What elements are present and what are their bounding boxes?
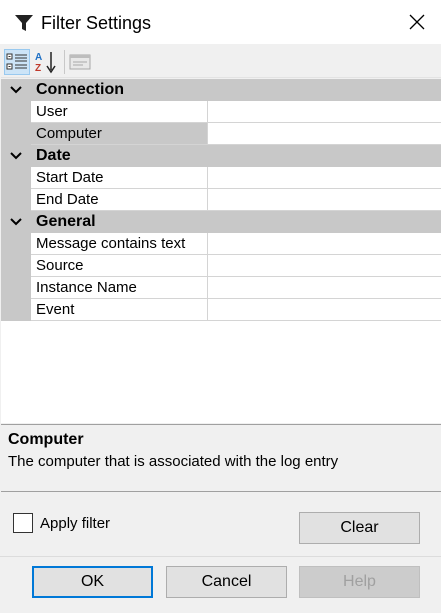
- property-description-panel: Computer The computer that is associated…: [1, 424, 441, 492]
- chevron-down-icon[interactable]: [9, 150, 23, 162]
- property-row[interactable]: Instance Name: [1, 277, 441, 299]
- window-title: Filter Settings: [41, 13, 152, 33]
- apply-filter-checkbox[interactable]: Apply filter: [13, 513, 110, 533]
- property-row[interactable]: Start Date: [1, 167, 441, 189]
- property-value[interactable]: [208, 123, 441, 145]
- category-connection[interactable]: Connection: [1, 79, 441, 101]
- toolbar-separator: [64, 50, 65, 74]
- help-button[interactable]: Help: [299, 566, 420, 598]
- property-grid: Connection User Computer Date Start Date…: [1, 79, 441, 423]
- property-value[interactable]: [208, 255, 441, 277]
- alphabetical-sort-button[interactable]: A Z: [33, 49, 59, 75]
- chevron-down-icon[interactable]: [9, 216, 23, 228]
- property-row[interactable]: Message contains text: [1, 233, 441, 255]
- category-general[interactable]: General: [1, 211, 441, 233]
- description-title: Computer: [8, 431, 84, 448]
- property-pages-icon: [69, 54, 91, 70]
- categorized-view-icon: [6, 53, 27, 70]
- category-label: Connection: [36, 81, 124, 98]
- categorized-view-button[interactable]: [4, 49, 30, 75]
- property-name: Computer: [31, 123, 208, 145]
- property-name: User: [31, 101, 208, 123]
- apply-filter-label: Apply filter: [40, 514, 111, 532]
- property-row-selected[interactable]: Computer: [1, 123, 441, 145]
- property-row[interactable]: Event: [1, 299, 441, 321]
- property-row[interactable]: End Date: [1, 189, 441, 211]
- property-name: End Date: [31, 189, 208, 211]
- property-value[interactable]: [208, 167, 441, 189]
- property-value[interactable]: [208, 233, 441, 255]
- property-name: Event: [31, 299, 208, 321]
- ok-button[interactable]: OK: [32, 566, 153, 598]
- alphabetical-sort-icon: A Z: [35, 52, 56, 74]
- checkbox-box[interactable]: [13, 513, 33, 533]
- svg-text:Z: Z: [35, 63, 41, 74]
- property-name: Message contains text: [31, 233, 208, 255]
- category-date[interactable]: Date: [1, 145, 441, 167]
- property-value[interactable]: [208, 277, 441, 299]
- property-row[interactable]: Source: [1, 255, 441, 277]
- filter-icon: [15, 15, 33, 31]
- property-value[interactable]: [208, 101, 441, 123]
- property-name: Start Date: [31, 167, 208, 189]
- close-icon: [409, 14, 425, 30]
- property-name: Instance Name: [31, 277, 208, 299]
- chevron-down-icon[interactable]: [9, 84, 23, 96]
- property-grid-toolbar: A Z: [1, 45, 441, 78]
- title-bar: Filter Settings: [0, 0, 441, 44]
- svg-text:A: A: [35, 52, 42, 63]
- clear-button[interactable]: Clear: [299, 512, 420, 544]
- property-value[interactable]: [208, 299, 441, 321]
- footer-divider: [0, 556, 441, 557]
- category-label: General: [36, 213, 96, 230]
- property-row[interactable]: User: [1, 101, 441, 123]
- description-text: The computer that is associated with the…: [8, 453, 339, 470]
- cancel-button[interactable]: Cancel: [166, 566, 287, 598]
- property-name: Source: [31, 255, 208, 277]
- property-pages-button[interactable]: [67, 49, 93, 75]
- category-label: Date: [36, 147, 71, 164]
- close-button[interactable]: [400, 6, 434, 38]
- property-value[interactable]: [208, 189, 441, 211]
